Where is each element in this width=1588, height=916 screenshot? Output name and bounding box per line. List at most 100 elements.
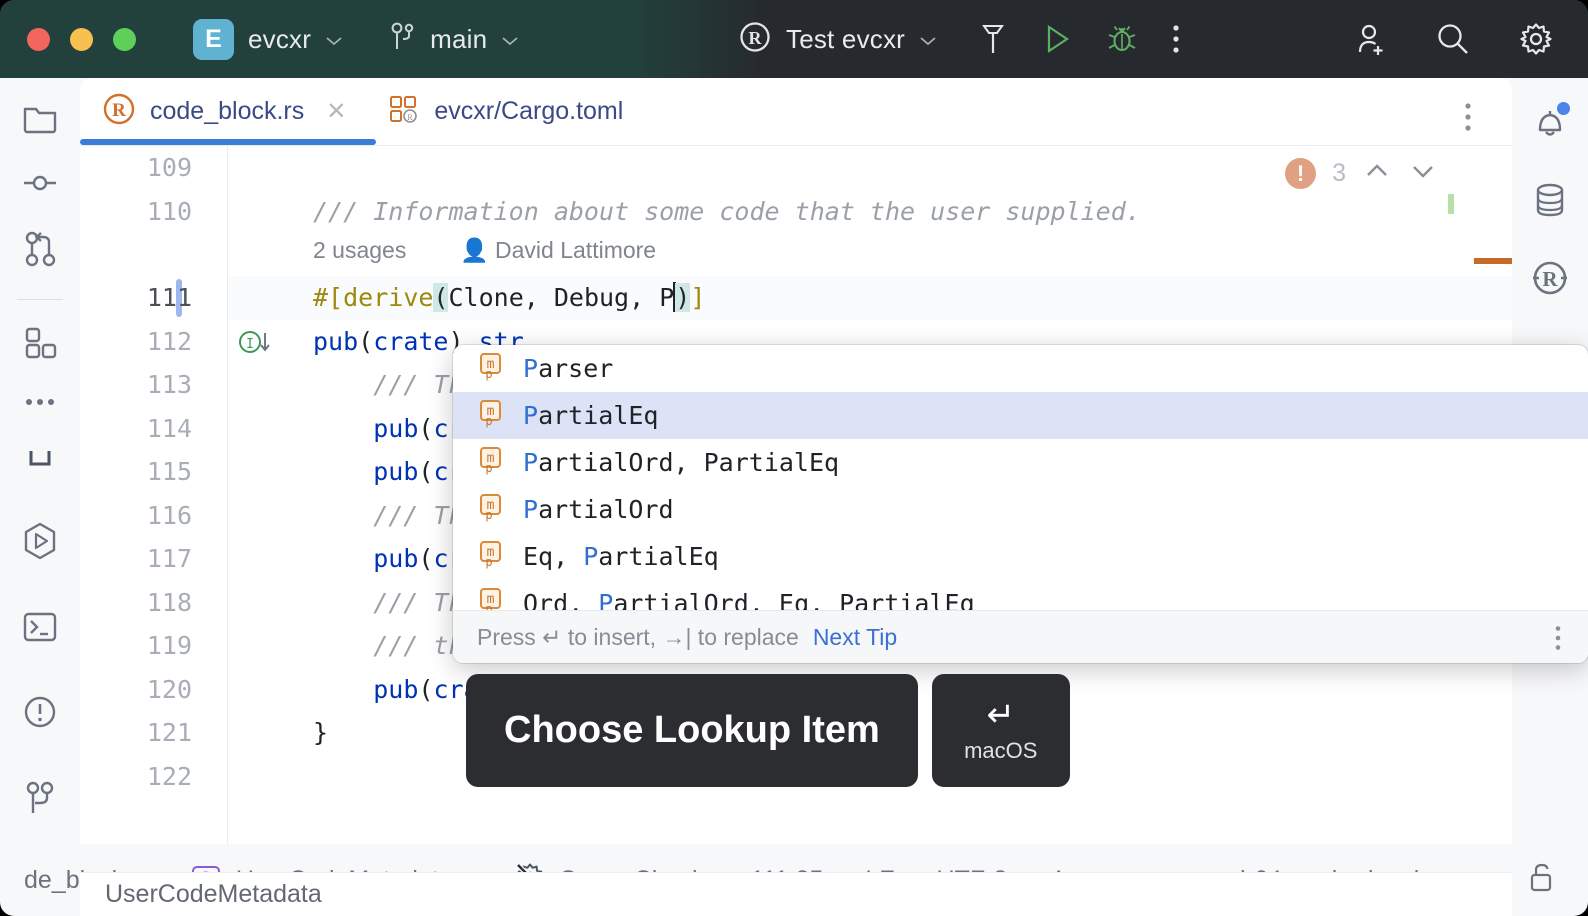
completion-item[interactable]: mpPartialOrd	[453, 486, 1588, 533]
run-icon[interactable]	[1042, 23, 1072, 55]
enter-key-icon: ↵	[987, 698, 1016, 732]
zoom-window-button[interactable]	[113, 28, 136, 51]
settings-gear-icon[interactable]	[1518, 21, 1554, 57]
completion-popup[interactable]: mp Parser mpPartialEqmpPartialOrd, Partial…	[453, 345, 1588, 663]
banner-os-label: macOS	[964, 738, 1037, 764]
code-token	[313, 675, 373, 704]
line-number: 111	[80, 276, 192, 320]
sidebar-item-terminal[interactable]	[16, 609, 64, 645]
previous-problem-icon[interactable]	[1362, 159, 1392, 188]
completion-item[interactable]: mp Eq, PartialEq	[453, 533, 1588, 580]
svg-text:R: R	[408, 113, 414, 122]
usages-count[interactable]: 2 usages	[313, 237, 406, 264]
code-token: pub	[373, 414, 418, 443]
completion-item[interactable]: mpOrd, PartialOrd, Eq, PartialEq	[453, 580, 1588, 610]
error-badge-icon: !	[1285, 158, 1316, 189]
rust-run-config-icon: R	[738, 20, 772, 59]
minimize-window-button[interactable]	[70, 28, 93, 51]
run-config-name: Test evcxr	[786, 24, 905, 55]
close-icon[interactable]: ✕	[326, 100, 346, 124]
implementations-icon[interactable]: I	[238, 329, 278, 361]
line-number: 118	[80, 581, 192, 625]
more-actions-icon[interactable]	[1172, 24, 1180, 54]
completion-list[interactable]: mp Parser mpPartialEqmpPartialOrd, Partial…	[453, 345, 1588, 610]
line-number: 119	[80, 624, 192, 668]
code-token: crate	[373, 327, 448, 356]
line-number: 113	[80, 363, 192, 407]
sidebar-item-version-control[interactable]	[16, 779, 64, 819]
sidebar-item-notifications[interactable]	[1526, 98, 1574, 146]
code-token: pub	[373, 544, 418, 573]
editor-breadcrumb[interactable]: UserCodeMetadata	[80, 872, 1512, 916]
inlay-usages-row: 2 usages 👤 David Lattimore	[80, 233, 1512, 276]
branch-chevron-down-icon[interactable]	[500, 35, 520, 47]
tab-label: evcxr/Cargo.toml	[434, 97, 623, 126]
code-token: Clone, Debug, P	[448, 283, 674, 312]
completion-hint-text: Press ↵ to insert, →| to replace	[477, 624, 799, 651]
completion-item[interactable]: mpPartialEq	[453, 392, 1588, 439]
svg-text:R: R	[112, 100, 126, 121]
line-content: #[derive(Clone, Debug, P)]	[313, 276, 705, 320]
completion-item[interactable]: mp Parser	[453, 345, 1588, 392]
title-bar: E evcxr main R Test evcxr	[0, 0, 1588, 78]
tab-code-block-rs[interactable]: R code_block.rs ✕	[80, 78, 362, 146]
sidebar-item-run[interactable]	[16, 520, 64, 562]
ide-window: E evcxr main R Test evcxr	[0, 0, 1588, 916]
svg-text:p: p	[485, 367, 492, 381]
macro-derive-icon: mp	[477, 586, 507, 610]
unlocked-icon[interactable]	[1526, 860, 1556, 901]
branch-icon	[390, 21, 416, 58]
macro-derive-icon: mp	[477, 539, 507, 574]
sidebar-item-plugins[interactable]	[16, 322, 64, 362]
window-controls	[27, 28, 136, 51]
line-content: }	[313, 711, 328, 755]
project-chevron-down-icon[interactable]	[324, 35, 344, 47]
cargo-toml-icon: R	[386, 92, 420, 131]
code-token: #[	[313, 283, 343, 312]
notification-badge	[1557, 102, 1570, 115]
svg-text:p: p	[485, 555, 492, 569]
macro-derive-icon: mp	[477, 351, 507, 386]
line-content: /// Information about some code that the…	[313, 190, 1141, 234]
toolbar-actions	[978, 22, 1180, 56]
sidebar-item-project[interactable]	[16, 98, 64, 138]
completion-settings-icon[interactable]	[1554, 625, 1562, 657]
next-problem-icon[interactable]	[1408, 159, 1438, 188]
build-hammer-icon[interactable]	[978, 22, 1008, 56]
code-token	[313, 457, 373, 486]
toolbar-right-actions	[1352, 21, 1554, 57]
svg-text:R: R	[1542, 267, 1558, 291]
project-name[interactable]: evcxr	[248, 24, 311, 55]
branch-name[interactable]: main	[430, 24, 487, 55]
sidebar-item-commit[interactable]	[16, 163, 64, 203]
svg-text:p: p	[485, 602, 492, 610]
run-config-chevron-down-icon	[918, 35, 938, 47]
code-token: ]	[690, 283, 705, 312]
left-tool-window-bar	[0, 78, 80, 844]
run-configuration-selector[interactable]: R Test evcxr	[738, 20, 938, 59]
completion-item-label: Eq, PartialEq	[523, 542, 719, 571]
macro-derive-icon: mp	[477, 445, 507, 480]
completion-item-label: Parser	[523, 354, 613, 383]
macro-derive-icon: mp	[477, 492, 507, 527]
sidebar-item-rust[interactable]: R	[1526, 254, 1574, 302]
tab-label: code_block.rs	[150, 97, 304, 126]
banner-action-label: Choose Lookup Item	[466, 674, 918, 787]
search-icon[interactable]	[1435, 21, 1471, 57]
add-user-icon[interactable]	[1352, 21, 1388, 57]
line-number: 120	[80, 668, 192, 712]
debug-icon[interactable]	[1106, 23, 1138, 55]
sidebar-item-bottom-panel[interactable]	[16, 443, 64, 474]
sidebar-item-database[interactable]	[1526, 176, 1574, 224]
svg-text:I: I	[246, 337, 254, 352]
code-author[interactable]: 👤 David Lattimore	[460, 237, 656, 264]
tab-cargo-toml[interactable]: R evcxr/Cargo.toml	[362, 78, 639, 146]
sidebar-item-pull-requests[interactable]	[16, 228, 64, 270]
sidebar-item-problems[interactable]	[16, 692, 64, 732]
line-number: 121	[80, 711, 192, 755]
tab-more-icon[interactable]	[1464, 102, 1472, 137]
completion-item[interactable]: mpPartialOrd, PartialEq	[453, 439, 1588, 486]
next-tip-link[interactable]: Next Tip	[813, 624, 897, 651]
sidebar-item-more[interactable]	[16, 387, 64, 418]
close-window-button[interactable]	[27, 28, 50, 51]
